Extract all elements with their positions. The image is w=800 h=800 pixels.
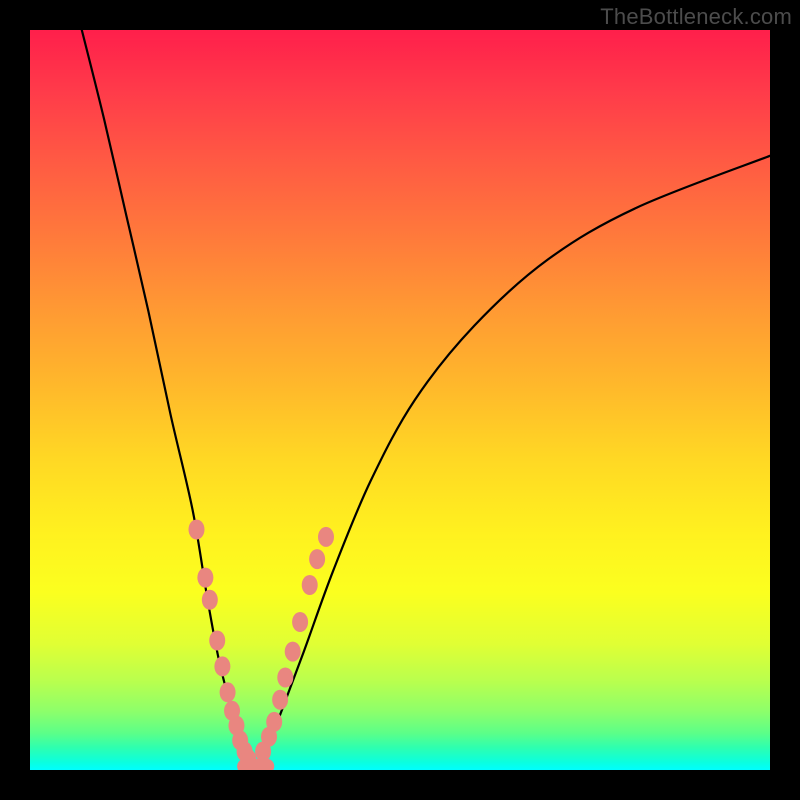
data-dot — [277, 668, 293, 688]
plot-area — [30, 30, 770, 770]
data-dot — [302, 575, 318, 595]
data-dot — [189, 520, 205, 540]
chart-frame: TheBottleneck.com — [0, 0, 800, 800]
data-dot — [318, 527, 334, 547]
data-dot — [214, 656, 230, 676]
data-dot — [272, 690, 288, 710]
data-dot — [197, 568, 213, 588]
watermark: TheBottleneck.com — [600, 4, 792, 30]
data-dot — [292, 612, 308, 632]
data-dot — [309, 549, 325, 569]
curve-layer — [30, 30, 770, 770]
data-dot — [209, 631, 225, 651]
data-dot — [285, 642, 301, 662]
data-dot — [202, 590, 218, 610]
curve-right-arm — [252, 156, 770, 770]
data-dot — [266, 712, 282, 732]
data-dot — [220, 682, 236, 702]
